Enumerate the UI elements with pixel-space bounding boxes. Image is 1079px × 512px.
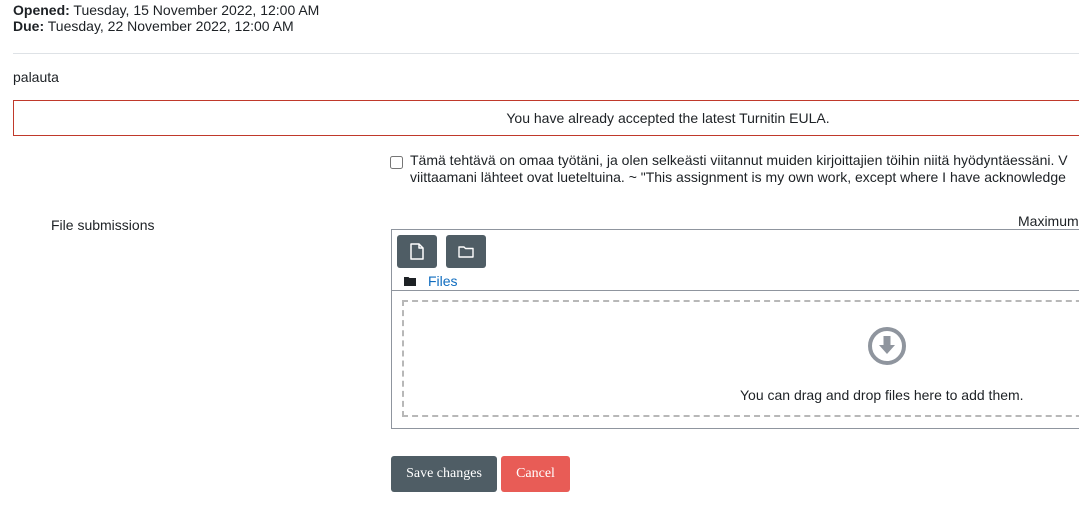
declaration-label: Tämä tehtävä on omaa työtäni, ja olen se… <box>410 152 1068 186</box>
assignment-dates: Opened: Tuesday, 15 November 2022, 12:00… <box>13 2 319 34</box>
declaration-checkbox[interactable] <box>390 156 403 169</box>
file-path-breadcrumb: Files <box>404 273 458 289</box>
opened-date-row: Opened: Tuesday, 15 November 2022, 12:00… <box>13 2 319 18</box>
file-icon <box>410 243 424 260</box>
due-value: Tuesday, 22 November 2022, 12:00 AM <box>47 18 294 34</box>
assignment-intro: palauta <box>13 69 59 85</box>
declaration-line-1: Tämä tehtävä on omaa työtäni, ja olen se… <box>410 152 1068 168</box>
download-circle-icon <box>868 327 906 365</box>
eula-notice: You have already accepted the latest Tur… <box>13 100 1079 136</box>
maximum-size-label: Maximum <box>1018 213 1079 229</box>
due-label: Due: <box>13 18 45 34</box>
folder-icon <box>404 277 416 286</box>
opened-value: Tuesday, 15 November 2022, 12:00 AM <box>73 2 320 18</box>
save-changes-button[interactable]: Save changes <box>391 456 497 492</box>
create-folder-button[interactable] <box>446 235 486 268</box>
opened-label: Opened: <box>13 2 70 18</box>
file-drop-zone[interactable]: You can drag and drop files here to add … <box>402 300 1079 417</box>
declaration-line-2: viittaamani lähteet ovat lueteltuina. ~ … <box>410 169 1066 185</box>
file-manager: Files You can drag and drop files here t… <box>391 229 1079 429</box>
files-path-link[interactable]: Files <box>428 273 458 289</box>
drop-instructions: You can drag and drop files here to add … <box>740 387 1024 403</box>
due-date-row: Due: Tuesday, 22 November 2022, 12:00 AM <box>13 18 319 34</box>
assignment-submission-page: Opened: Tuesday, 15 November 2022, 12:00… <box>0 0 1079 512</box>
add-file-button[interactable] <box>397 235 437 268</box>
eula-text: You have already accepted the latest Tur… <box>506 110 830 126</box>
divider <box>13 53 1079 54</box>
path-divider <box>392 290 1079 291</box>
cancel-button[interactable]: Cancel <box>501 456 570 492</box>
folder-icon <box>458 246 474 258</box>
file-submissions-label: File submissions <box>51 217 155 233</box>
